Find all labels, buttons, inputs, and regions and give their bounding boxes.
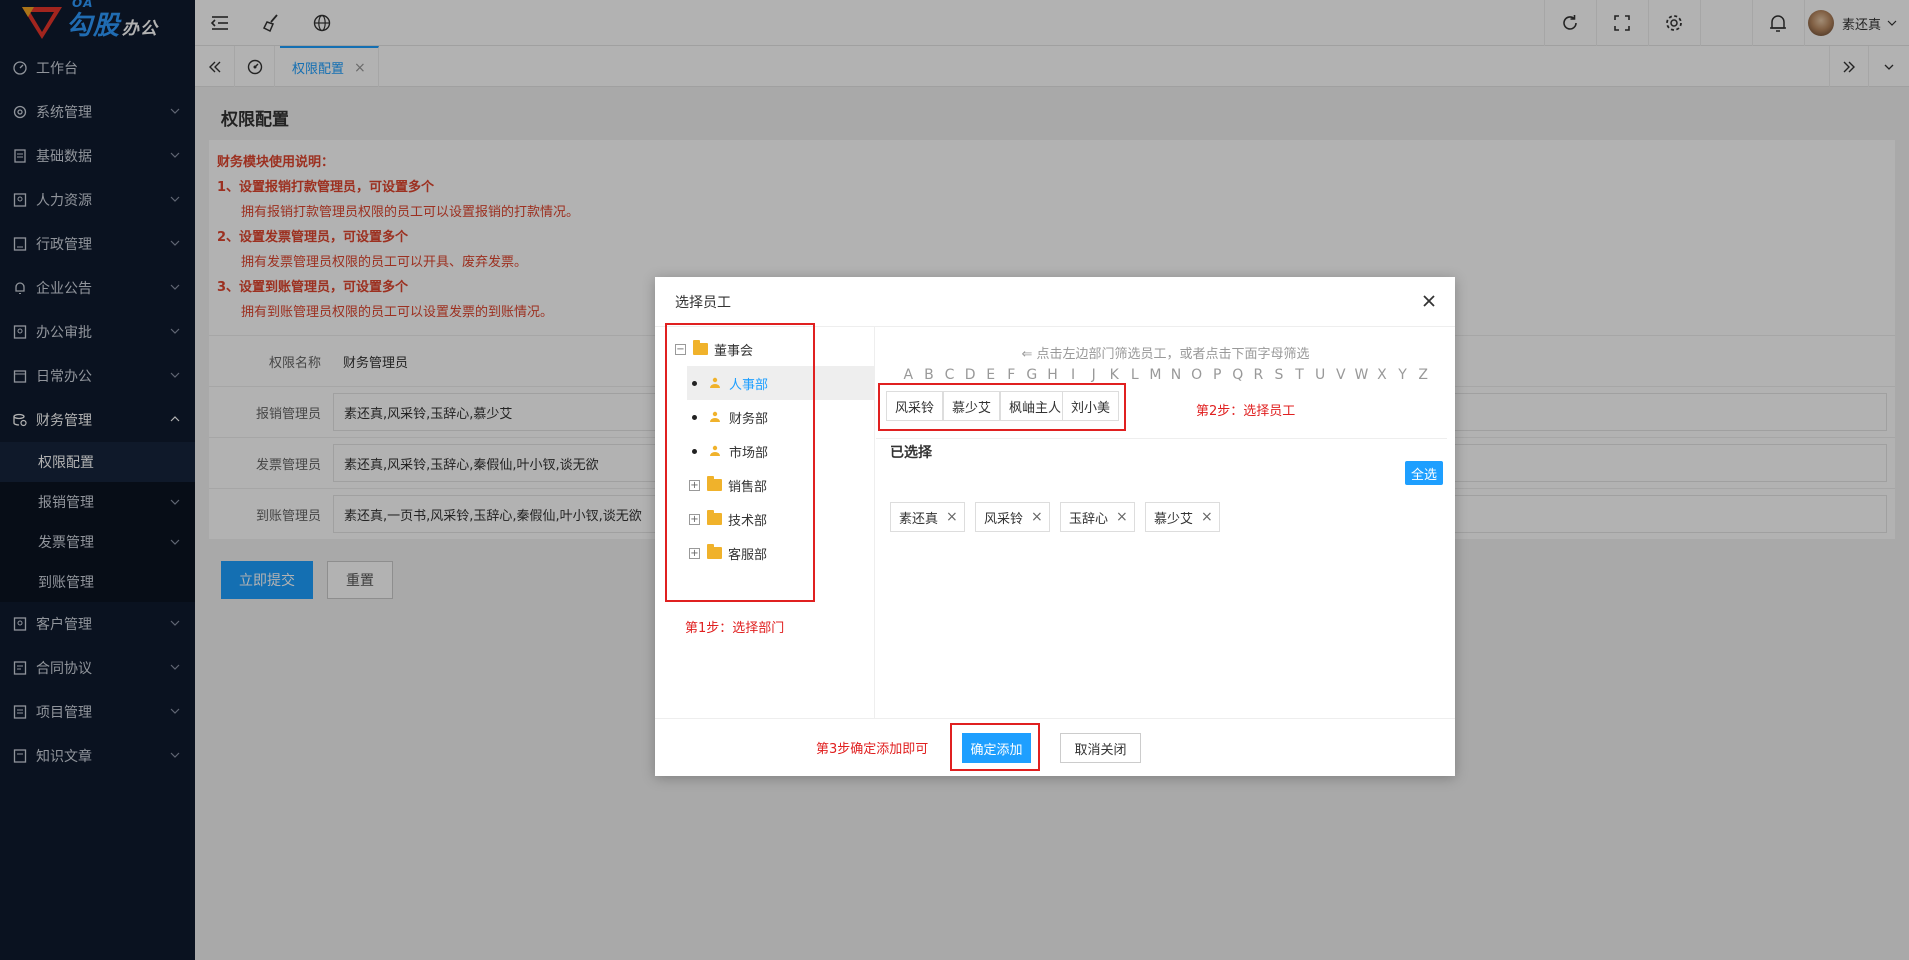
letter-filter-item[interactable]: U [1310,367,1331,383]
selected-chip: 素还真 × [890,502,965,532]
letter-filter-item[interactable]: Z [1413,367,1434,383]
letter-filter-item[interactable]: T [1289,367,1310,383]
selected-chip-label: 素还真 [899,511,939,527]
letter-filter-item[interactable]: Q [1228,367,1249,383]
step3-label: 第3步确定添加即可 [816,742,929,757]
close-icon[interactable] [1419,291,1439,311]
letter-filter-item[interactable]: M [1145,367,1166,383]
employee-chip[interactable]: 慕少艾 [943,391,1001,421]
dialog-body: − 董事会 人事部 财务部 市场部 + 销售部 + 技术部 + 客服部 第1步：… [655,323,1455,718]
remove-icon[interactable]: × [1116,509,1128,525]
letter-filter-item[interactable]: Y [1392,367,1413,383]
employee-chip[interactable]: 风采铃 [886,391,944,421]
letter-filter-item[interactable]: S [1269,367,1290,383]
letter-filter-item[interactable]: D [960,367,981,383]
letter-filter-item[interactable]: I [1063,367,1084,383]
letter-filter-item[interactable]: B [919,367,940,383]
letter-filter-item[interactable]: R [1248,367,1269,383]
divider [876,438,1447,439]
cancel-close-button[interactable]: 取消关闭 [1060,733,1141,763]
select-all-button[interactable]: 全选 [1404,461,1443,485]
selected-chip: 慕少艾 × [1145,502,1220,532]
filter-hint: ⇐ 点击左边部门筛选员工，或者点击下面字母筛选 [1021,347,1310,362]
letter-filter-item[interactable]: K [1104,367,1125,383]
letter-filter-item[interactable]: J [1083,367,1104,383]
dialog-title: 选择员工 [675,294,731,311]
selected-chip: 玉辞心 × [1060,502,1135,532]
letter-filter-item[interactable]: W [1351,367,1372,383]
letter-filter-item[interactable]: C [939,367,960,383]
employee-chip[interactable]: 刘小美 [1062,391,1120,421]
step1-label: 第1步：选择部门 [685,621,785,636]
selected-chip: 风采铃 × [975,502,1050,532]
step1-highlight [665,323,815,602]
letter-filter: ABCDEFGHIJKLMNOPQRSTUVWXYZ [898,367,1433,383]
selected-chip-label: 玉辞心 [1069,511,1109,527]
dialog-footer: 第3步确定添加即可 确定添加 取消关闭 [655,718,1455,776]
department-tree-pane: − 董事会 人事部 财务部 市场部 + 销售部 + 技术部 + 客服部 第1步：… [655,323,875,718]
selected-chip-label: 慕少艾 [1154,511,1194,527]
letter-filter-item[interactable]: L [1125,367,1146,383]
employee-pane: ⇐ 点击左边部门筛选员工，或者点击下面字母筛选 ABCDEFGHIJKLMNOP… [876,327,1455,718]
letter-filter-item[interactable]: H [1042,367,1063,383]
remove-icon[interactable]: × [1031,509,1043,525]
selected-chip-label: 风采铃 [984,511,1024,527]
select-employee-dialog: 选择员工 − 董事会 人事部 财务部 市场部 + 销售部 + 技术部 + 客服部… [655,277,1455,776]
remove-icon[interactable]: × [946,509,958,525]
selected-title: 已选择 [890,445,932,461]
letter-filter-item[interactable]: F [1001,367,1022,383]
letter-filter-item[interactable]: P [1207,367,1228,383]
remove-icon[interactable]: × [1201,509,1213,525]
letter-filter-item[interactable]: V [1330,367,1351,383]
letter-filter-item[interactable]: X [1372,367,1393,383]
dialog-header: 选择员工 [655,277,1455,327]
letter-filter-item[interactable]: O [1186,367,1207,383]
letter-filter-item[interactable]: G [1022,367,1043,383]
confirm-add-button[interactable]: 确定添加 [962,733,1031,763]
step2-label: 第2步：选择员工 [1196,404,1296,419]
letter-filter-item[interactable]: E [980,367,1001,383]
letter-filter-item[interactable]: N [1166,367,1187,383]
employee-chip[interactable]: 枫岫主人 [1000,391,1071,421]
letter-filter-item[interactable]: A [898,367,919,383]
